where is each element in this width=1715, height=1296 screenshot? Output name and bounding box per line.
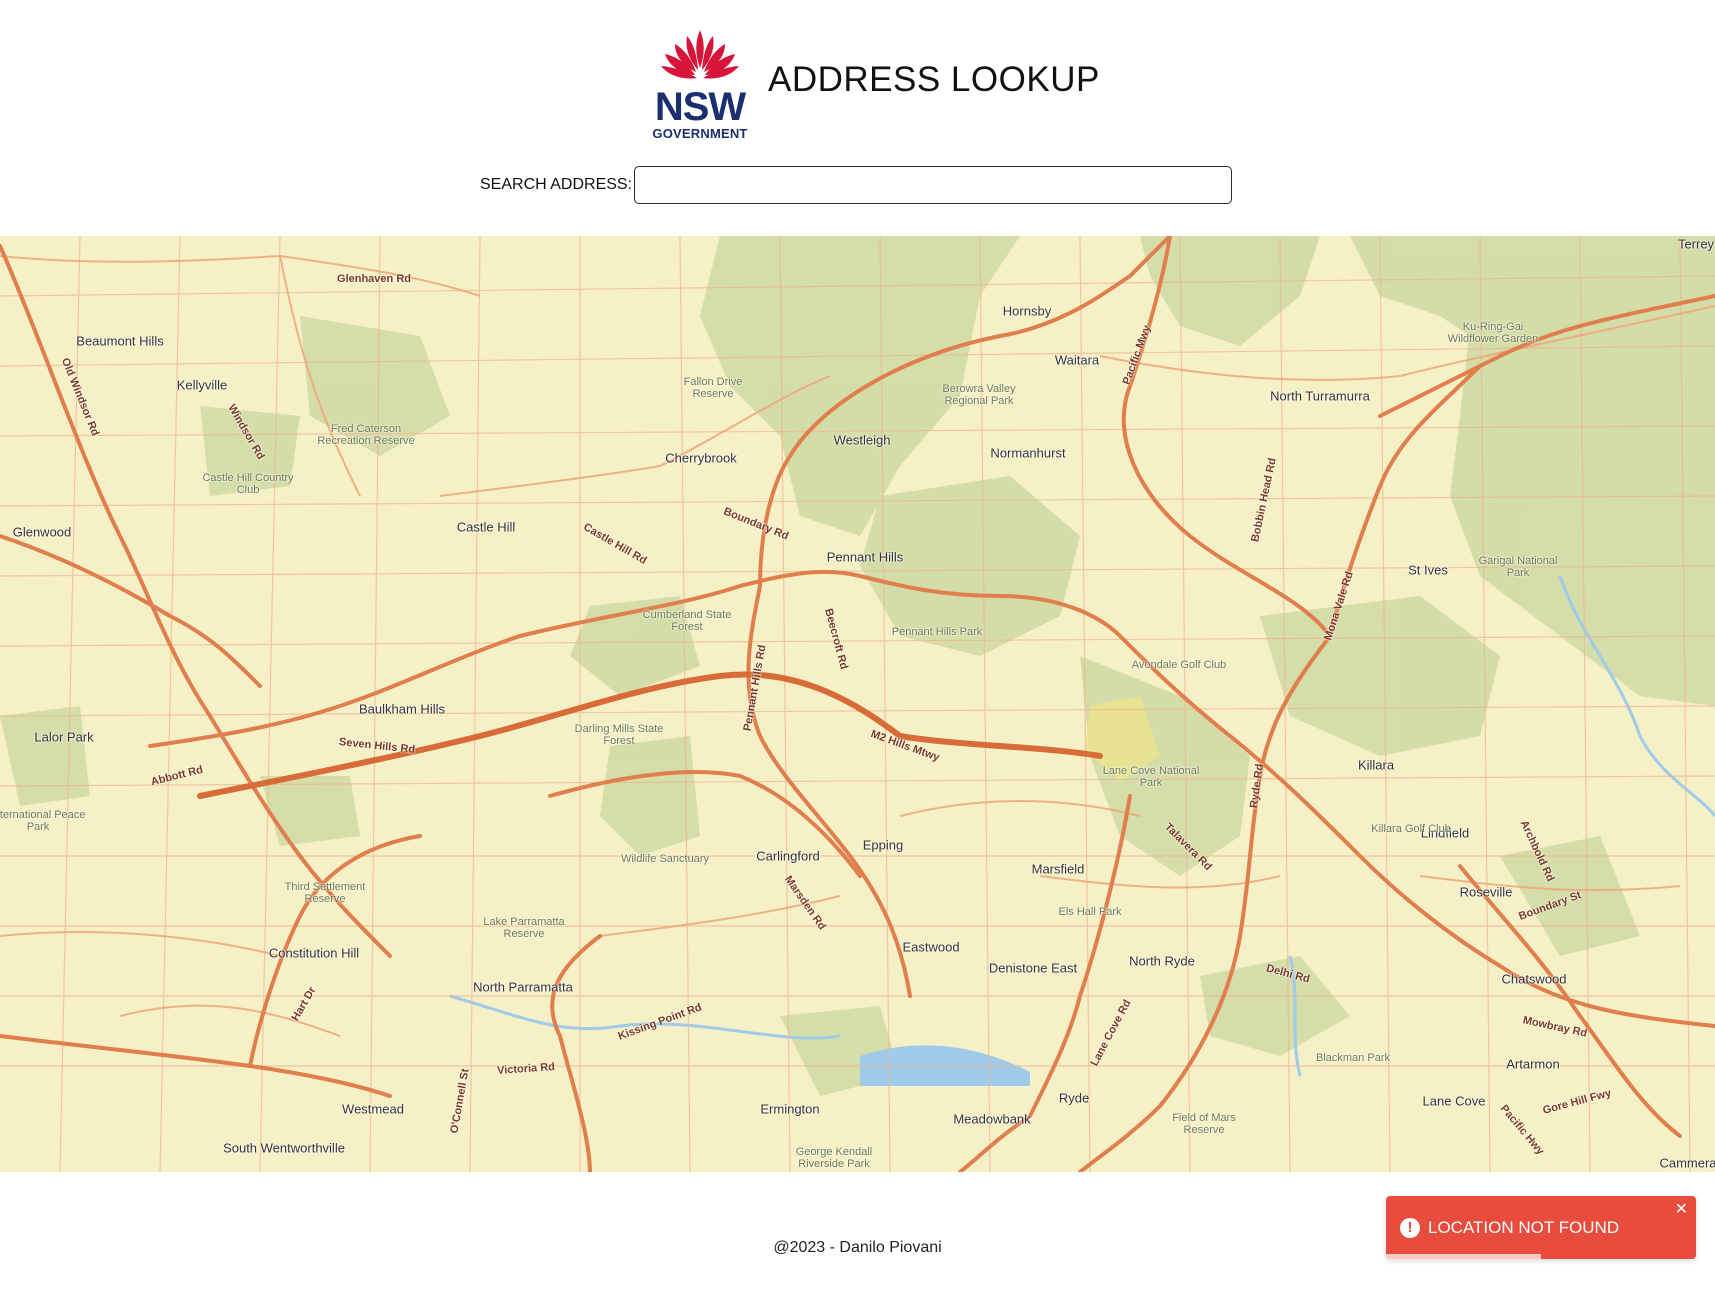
map-label-park: Lake Parramatta Reserve xyxy=(483,916,565,940)
search-address-label: SEARCH ADDRESS: xyxy=(480,176,633,193)
map-label-suburb: Carlingford xyxy=(756,848,820,864)
map-label-park: Darling Mills State Forest xyxy=(574,723,664,747)
map-label-park: Ku-Ring-Gai Wildflower Garden xyxy=(1447,321,1539,345)
error-toast: ! LOCATION NOT FOUND ✕ xyxy=(1386,1196,1696,1259)
map-label-suburb: Castle Hill xyxy=(456,519,516,535)
waratah-flower-icon xyxy=(661,30,739,79)
map-label-suburb: Kellyville xyxy=(176,377,228,393)
map-label-suburb: Ermington xyxy=(760,1101,820,1117)
map-label-suburb: Marsfield xyxy=(1031,861,1085,877)
map-label-park: Field of Mars Reserve xyxy=(1172,1112,1236,1136)
map-label-suburb: North Ryde xyxy=(1129,953,1195,969)
header: NSW GOVERNMENT ADDRESS LOOKUP xyxy=(0,0,1715,150)
map-label-suburb: St Ives xyxy=(1408,562,1448,578)
map-label-park: Lane Cove National Park xyxy=(1102,765,1200,789)
map-label-suburb: Glenwood xyxy=(12,524,72,540)
map-label-suburb: Terrey xyxy=(1677,236,1715,252)
map-label-park: Castle Hill Country Club xyxy=(202,472,294,496)
map-label-suburb: Roseville xyxy=(1459,884,1513,900)
page-title: ADDRESS LOOKUP xyxy=(768,60,1100,99)
map-label-suburb: Epping xyxy=(862,837,904,853)
map-label-suburb: Cammera xyxy=(1659,1155,1715,1171)
map-label-park: Blackman Park xyxy=(1316,1052,1390,1064)
map-label-suburb: Lalor Park xyxy=(34,729,94,745)
map-label-suburb: Constitution Hill xyxy=(268,945,360,961)
map-label-park: Fallon Drive Reserve xyxy=(683,376,743,400)
map-label-suburb: North Parramatta xyxy=(473,979,573,995)
map-label-park: Pennant Hills Park xyxy=(891,626,983,638)
map-label-park: Third Settlement Reserve xyxy=(284,881,366,905)
map-label-road: Glenhaven Rd xyxy=(337,273,411,285)
map-label-suburb: Normanhurst xyxy=(990,445,1066,461)
logo-nsw-text: NSW xyxy=(654,85,746,129)
map-label-suburb: Pennant Hills xyxy=(826,549,904,565)
map-label-suburb: Beaumont Hills xyxy=(76,333,164,349)
search-address-input[interactable] xyxy=(634,166,1232,204)
toast-progress-bar xyxy=(1386,1254,1541,1259)
alert-circle-icon: ! xyxy=(1400,1218,1420,1238)
map-label-suburb: Lane Cove xyxy=(1422,1093,1486,1109)
map-label-park: Garigal National Park xyxy=(1478,555,1558,579)
map-canvas[interactable] xyxy=(0,236,1715,1172)
map-label-suburb: Denistone East xyxy=(988,960,1078,976)
map-label-suburb: Ryde xyxy=(1058,1090,1090,1106)
map-label-suburb: Chatswood xyxy=(1501,971,1567,987)
toast-message: LOCATION NOT FOUND xyxy=(1428,1218,1620,1237)
map-label-suburb: Waitara xyxy=(1054,352,1100,368)
map-label-park: Avondale Golf Club xyxy=(1131,659,1227,671)
map-label-suburb: Westmead xyxy=(342,1101,404,1117)
map[interactable]: Beaumont Hills Kellyville Glenwood Castl… xyxy=(0,236,1715,1172)
map-label-park: Berowra Valley Regional Park xyxy=(942,383,1016,407)
map-label-suburb: Meadowbank xyxy=(953,1111,1031,1127)
map-label-park: Els Hall Park xyxy=(1058,906,1122,918)
map-label-park: Killara Golf Club xyxy=(1371,823,1451,835)
map-label-suburb: Cherrybrook xyxy=(665,450,737,466)
map-label-park: George Kendall Riverside Park xyxy=(795,1146,873,1170)
map-label-suburb: Eastwood xyxy=(902,939,960,955)
close-icon[interactable]: ✕ xyxy=(1675,1202,1688,1218)
map-label-suburb: North Turramurra xyxy=(1270,388,1370,404)
map-label-park: Wildlife Sanctuary xyxy=(620,853,710,865)
map-label-suburb: Hornsby xyxy=(1002,303,1052,319)
map-label-suburb: Baulkham Hills xyxy=(359,701,445,717)
map-label-suburb: Artarmon xyxy=(1506,1056,1560,1072)
nsw-government-logo: NSW GOVERNMENT xyxy=(645,22,755,142)
map-label-suburb: South Wentworthville xyxy=(223,1140,345,1156)
logo-government-text: GOVERNMENT xyxy=(652,126,748,141)
map-label-park: Cumberland State Forest xyxy=(642,609,732,633)
map-label-park: Fred Caterson Recreation Reserve xyxy=(317,423,415,447)
map-label-suburb: Westleigh xyxy=(833,432,891,448)
map-label-park: International Peace Park xyxy=(0,809,86,833)
map-label-suburb: Killara xyxy=(1357,757,1395,773)
